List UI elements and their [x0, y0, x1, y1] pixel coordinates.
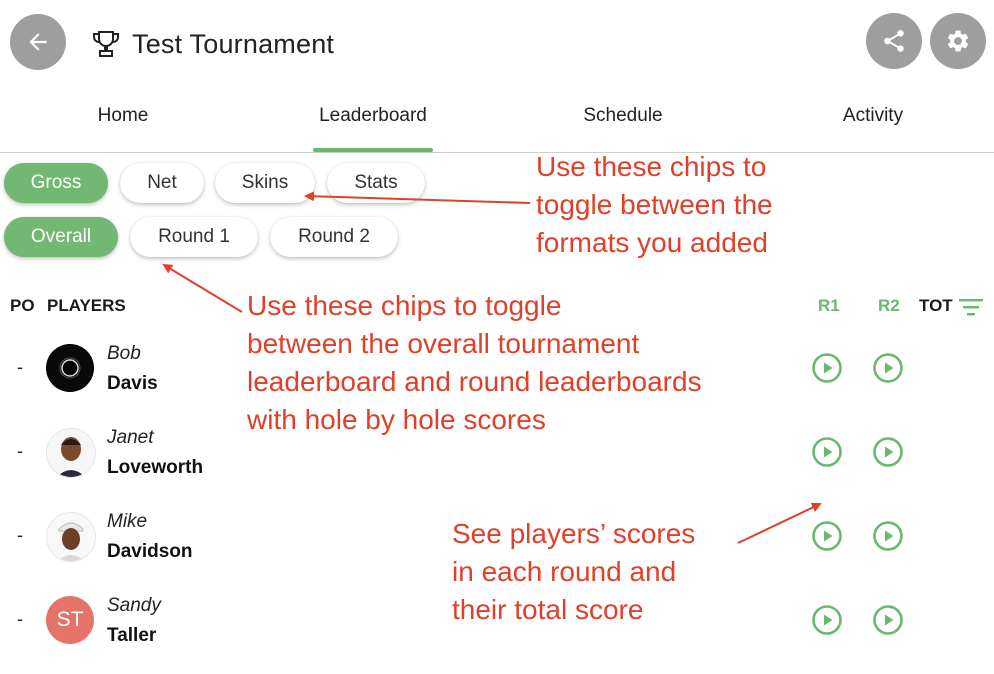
- annotation-arrows: [162, 191, 822, 544]
